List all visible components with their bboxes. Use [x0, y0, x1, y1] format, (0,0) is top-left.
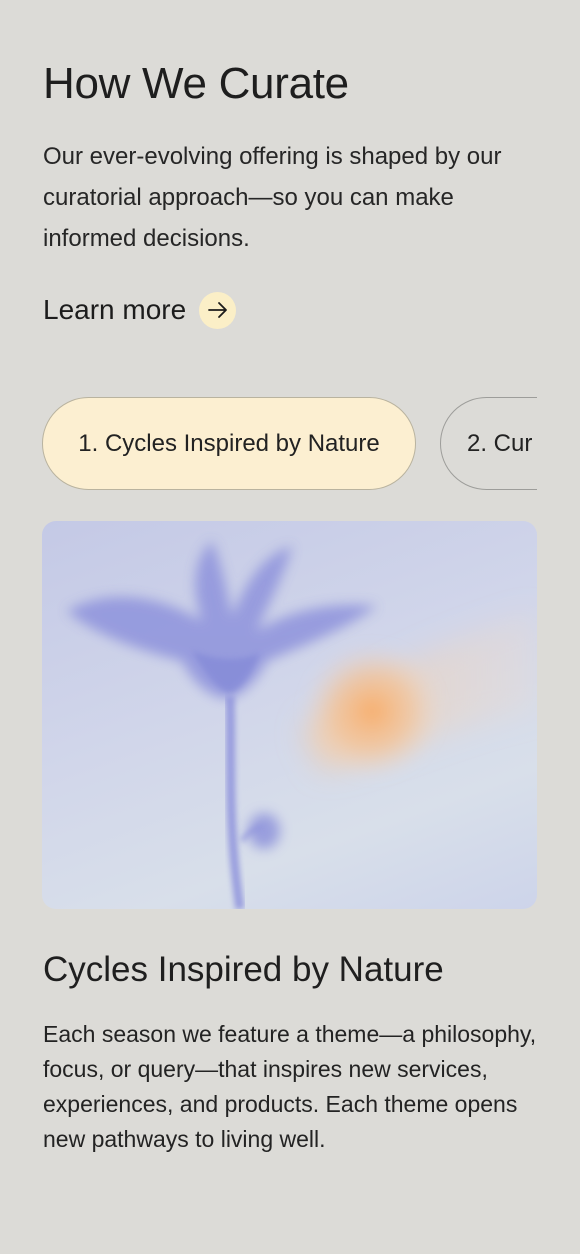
theme-tabs: 1. Cycles Inspired by Nature 2. Cur [42, 397, 537, 490]
tab-label: 1. Cycles Inspired by Nature [78, 429, 380, 457]
learn-more-label: Learn more [43, 294, 187, 325]
feature-description: Each season we feature a theme—a philoso… [43, 1021, 537, 1152]
learn-more-link[interactable]: Learn more [43, 290, 237, 330]
tab-label: 2. Cur [467, 429, 533, 457]
arrow-right-icon [199, 291, 237, 329]
intro-text: Our ever-evolving offering is shaped by … [43, 143, 502, 252]
flower-silhouette-image [42, 521, 537, 909]
tab-cycles-inspired-by-nature[interactable]: 1. Cycles Inspired by Nature [42, 397, 416, 490]
curation-page: How We Curate Our ever-evolving offering… [0, 0, 580, 1254]
feature-title: Cycles Inspired by Nature [43, 950, 444, 989]
section-title: How We Curate [43, 59, 349, 108]
tab-second-theme[interactable]: 2. Cur [440, 397, 537, 490]
